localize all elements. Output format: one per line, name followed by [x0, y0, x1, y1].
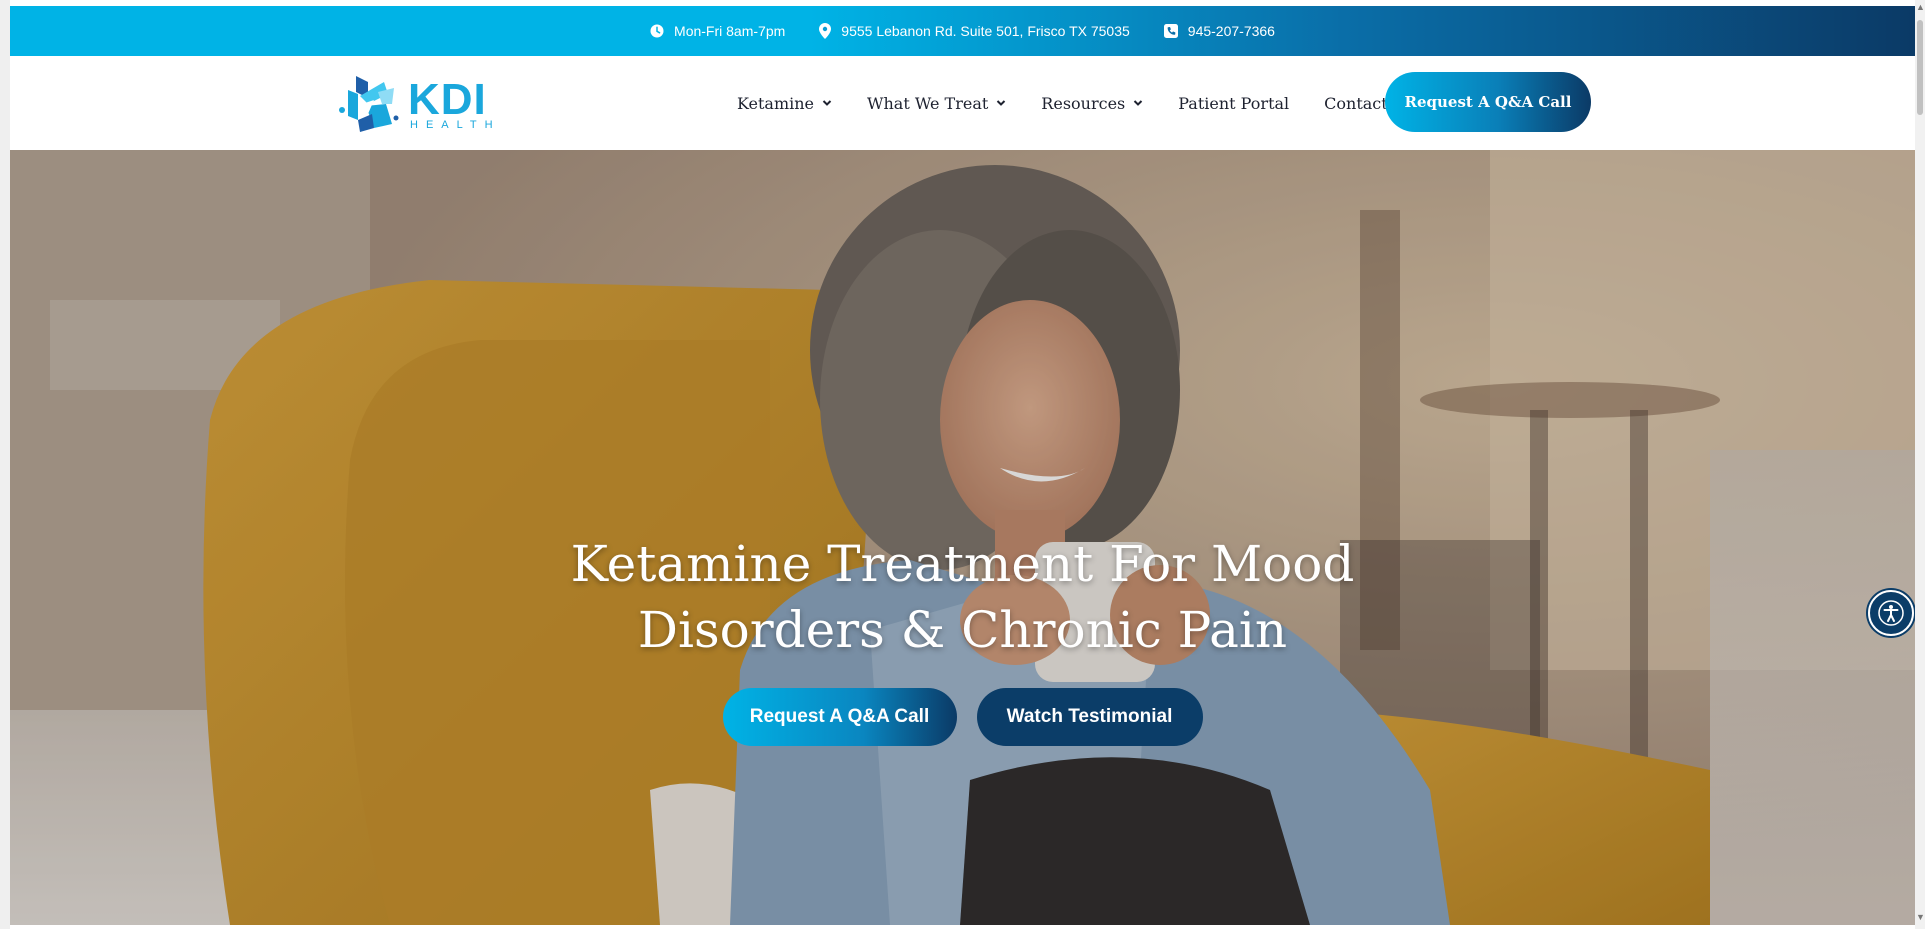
window-edge	[0, 0, 10, 929]
nav-item-patient-portal[interactable]: Patient Portal	[1178, 94, 1289, 113]
vertical-scrollbar[interactable]: ▲ ▼	[1915, 0, 1925, 929]
request-qa-call-header-button[interactable]: Request A Q&A Call	[1385, 72, 1591, 132]
map-pin-icon	[819, 23, 832, 39]
page: Mon-Fri 8am-7pm 9555 Lebanon Rd. Suite 5…	[10, 6, 1915, 925]
hero-button-group: Request A Q&A Call Watch Testimonial	[10, 688, 1915, 746]
clock-icon	[650, 24, 664, 38]
hero-title: Ketamine Treatment For Mood Disorders & …	[10, 531, 1915, 663]
nav-item-resources[interactable]: Resources	[1041, 94, 1143, 113]
nav-item-label: Patient Portal	[1178, 93, 1290, 113]
chevron-down-icon	[997, 100, 1006, 106]
nav-item-what-we-treat[interactable]: What We Treat	[867, 94, 1006, 113]
hero-title-line-2: Disorders & Chronic Pain	[637, 601, 1288, 659]
watch-testimonial-button[interactable]: Watch Testimonial	[976, 688, 1203, 746]
chevron-down-icon	[822, 100, 832, 106]
nav-item-label: Resources	[1041, 93, 1126, 113]
address-info[interactable]: 9555 Lebanon Rd. Suite 501, Frisco TX 75…	[819, 23, 1130, 39]
hero-title-line-1: Ketamine Treatment For Mood	[570, 535, 1355, 593]
logo-subword: HEALTH	[410, 118, 501, 131]
hours-text: Mon-Fri 8am-7pm	[674, 23, 786, 39]
site-header: KDI HEALTH Ketamine What We Treat Resour…	[10, 56, 1915, 150]
nav-item-ketamine[interactable]: Ketamine	[737, 94, 832, 113]
nav-item-contact[interactable]: Contact	[1324, 94, 1388, 113]
chevron-down-icon	[1134, 100, 1143, 106]
accessibility-button[interactable]	[1868, 590, 1914, 636]
logo-mark-icon	[339, 76, 399, 132]
nav-item-label: What We Treat	[867, 93, 989, 113]
request-qa-call-button[interactable]: Request A Q&A Call	[722, 688, 957, 746]
hero-section: Ketamine Treatment For Mood Disorders & …	[10, 150, 1915, 925]
kdi-health-logo[interactable]: KDI HEALTH	[338, 74, 501, 134]
logo-wordmark: KDI	[408, 74, 487, 124]
nav-item-label: Ketamine	[737, 93, 815, 113]
accessibility-icon	[1878, 600, 1904, 626]
top-info-bar: Mon-Fri 8am-7pm 9555 Lebanon Rd. Suite 5…	[10, 6, 1915, 56]
phone-info[interactable]: 945-207-7366	[1163, 23, 1275, 39]
phone-text: 945-207-7366	[1187, 23, 1275, 39]
main-nav: Ketamine What We Treat Resources Patient…	[737, 56, 1388, 150]
phone-icon	[1163, 24, 1178, 38]
nav-item-label: Contact	[1324, 93, 1388, 113]
scroll-up-icon[interactable]: ▲	[1916, 2, 1925, 12]
scrollbar-thumb[interactable]	[1917, 20, 1923, 115]
scroll-down-icon[interactable]: ▼	[1916, 912, 1925, 922]
address-text: 9555 Lebanon Rd. Suite 501, Frisco TX 75…	[841, 23, 1130, 39]
hours-info: Mon-Fri 8am-7pm	[650, 23, 785, 39]
